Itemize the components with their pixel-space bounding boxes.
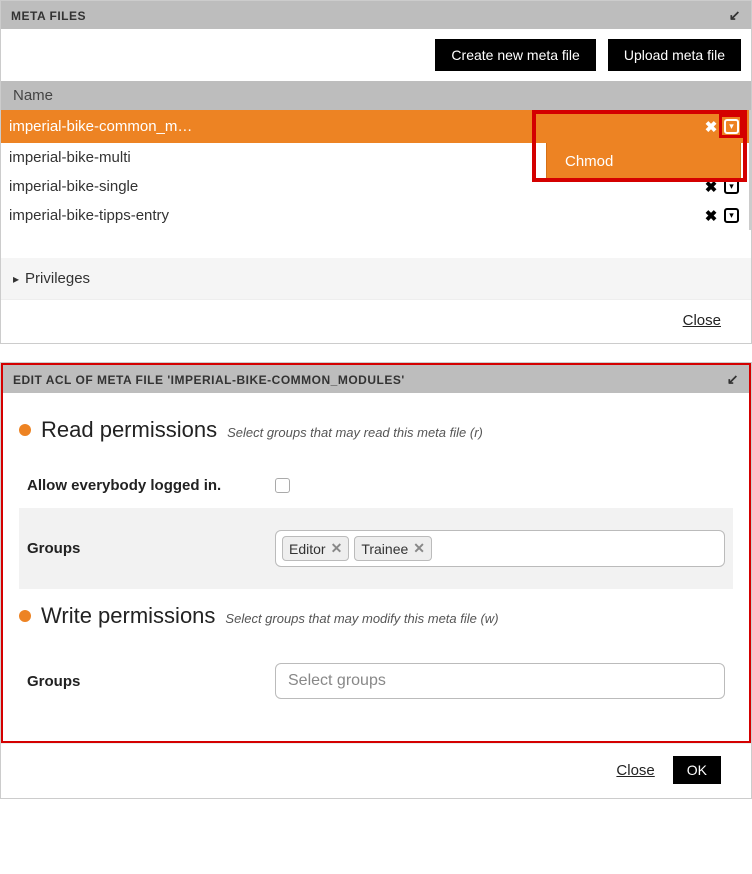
meta-files-footer: Close [1,299,751,343]
delete-icon[interactable]: ✖ [703,119,719,135]
write-permissions-section: Write permissions Select groups that may… [19,603,733,713]
file-name: imperial-bike-tipps-entry [9,207,169,224]
write-permissions-heading: Write permissions [41,603,215,629]
file-name: imperial-bike-multi [9,149,131,166]
create-meta-file-button[interactable]: Create new meta file [435,39,595,71]
group-tag: Editor ✕ [282,536,349,561]
file-name: imperial-bike-common_m… [9,118,192,135]
file-row[interactable]: imperial-bike-tipps-entry ✖ ▾ [1,201,749,230]
groups-label: Groups [27,673,275,690]
allow-everybody-label: Allow everybody logged in. [27,477,275,494]
row-context-menu: Chmod [546,143,741,181]
file-row[interactable]: imperial-bike-common_m… ✖ ▾ [1,110,749,143]
acl-header: EDIT ACL OF META FILE 'IMPERIAL-BIKE-COM… [3,365,749,393]
bullet-icon [19,424,31,436]
allow-everybody-row: Allow everybody logged in. [19,463,733,508]
row-menu-icon[interactable]: ▾ [724,208,739,223]
read-groups-row: Groups Editor ✕ Trainee ✕ [19,508,733,589]
collapse-icon[interactable]: ↙ [727,371,739,388]
ok-button[interactable]: OK [673,756,721,784]
write-groups-placeholder: Select groups [282,672,386,690]
remove-tag-icon[interactable]: ✕ [413,540,425,557]
write-groups-input[interactable]: Select groups [275,663,725,699]
collapse-icon[interactable]: ↙ [729,7,741,24]
group-tag: Trainee ✕ [354,536,432,561]
upload-meta-file-button[interactable]: Upload meta file [608,39,741,71]
close-link[interactable]: Close [616,762,654,779]
caret-right-icon [13,270,19,287]
acl-body: Read permissions Select groups that may … [3,393,749,741]
file-name: imperial-bike-single [9,178,138,195]
privileges-toggle[interactable]: Privileges [1,258,751,299]
close-link[interactable]: Close [683,312,721,329]
meta-files-title: META FILES [11,9,86,23]
meta-files-panel: META FILES ↙ Create new meta file Upload… [0,0,752,344]
group-tag-label: Trainee [361,541,408,557]
meta-files-header: META FILES ↙ [1,1,751,29]
acl-panel: EDIT ACL OF META FILE 'IMPERIAL-BIKE-COM… [0,362,752,799]
remove-tag-icon[interactable]: ✕ [331,540,343,557]
privileges-label: Privileges [25,270,90,287]
group-tag-label: Editor [289,541,326,557]
menu-item-chmod[interactable]: Chmod [547,143,740,180]
groups-label: Groups [27,540,275,557]
column-header-name: Name [1,81,751,110]
allow-everybody-checkbox[interactable] [275,478,290,493]
read-groups-input[interactable]: Editor ✕ Trainee ✕ [275,530,725,567]
row-menu-icon[interactable]: ▾ [724,179,739,194]
read-permissions-hint: Select groups that may read this meta fi… [227,425,483,440]
write-groups-row: Groups Select groups [19,649,733,713]
write-permissions-hint: Select groups that may modify this meta … [225,611,498,626]
row-menu-icon[interactable]: ▾ [724,119,739,134]
bullet-icon [19,610,31,622]
read-permissions-heading: Read permissions [41,417,217,443]
file-list: imperial-bike-common_m… ✖ ▾ Chmod imperi… [1,110,751,230]
read-permissions-section: Read permissions Select groups that may … [19,417,733,589]
acl-title: EDIT ACL OF META FILE 'IMPERIAL-BIKE-COM… [13,373,405,387]
acl-footer: Close OK [1,743,751,798]
delete-icon[interactable]: ✖ [703,208,719,224]
meta-files-toolbar: Create new meta file Upload meta file [1,29,751,81]
